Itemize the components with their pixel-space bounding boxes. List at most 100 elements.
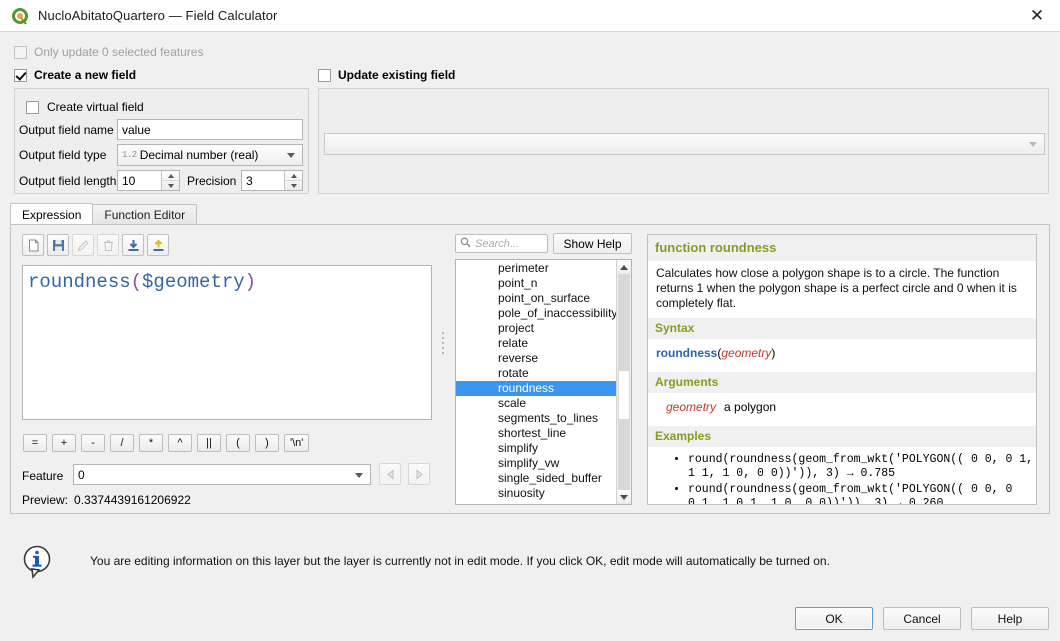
update-existing-field-label: Update existing field (338, 68, 455, 82)
help-argument-description: a polygon (724, 400, 776, 414)
operator-close-paren[interactable]: ) (255, 434, 279, 452)
output-field-type-combo[interactable]: 1.2 Decimal number (real) (117, 144, 303, 166)
precision-stepper[interactable]: 3 (241, 170, 303, 191)
operator-power[interactable]: ^ (168, 434, 192, 452)
chevron-down-icon (355, 473, 363, 478)
operator-plus[interactable]: + (52, 434, 76, 452)
info-icon (22, 545, 54, 579)
function-list-item[interactable]: project (456, 321, 631, 336)
length-stepper-buttons[interactable] (161, 171, 179, 190)
create-virtual-field-label: Create virtual field (47, 100, 144, 114)
function-help-panel: function roundness Calculates how close … (647, 234, 1037, 505)
update-existing-field-checkbox[interactable]: Update existing field (318, 68, 455, 82)
expression-input[interactable]: roundness($geometry) (22, 265, 432, 420)
operator-minus-label: - (91, 437, 95, 449)
help-examples-heading: Examples (648, 426, 1036, 447)
output-field-length-stepper[interactable]: 10 (117, 170, 180, 191)
edit-pencil-icon (72, 234, 94, 256)
function-list-item[interactable]: shortest_line (456, 426, 631, 441)
help-argument-row: geometry a polygon (648, 393, 1036, 421)
search-icon (460, 237, 471, 251)
function-list-item[interactable]: rotate (456, 366, 631, 381)
function-list-item[interactable]: pole_of_inaccessibility (456, 306, 631, 321)
operator-divide[interactable]: / (110, 434, 134, 452)
operator-equals[interactable]: = (23, 434, 47, 452)
operator-concat[interactable]: || (197, 434, 221, 452)
function-list-item[interactable]: point_n (456, 276, 631, 291)
operator-open-paren[interactable]: ( (226, 434, 250, 452)
chevron-down-icon (287, 153, 295, 158)
create-new-field-checkbox[interactable]: Create a new field (14, 68, 136, 82)
scroll-down-arrow-icon[interactable] (617, 490, 631, 504)
preview-value: 0.3374439161206922 (74, 493, 191, 507)
operator-minus[interactable]: - (81, 434, 105, 452)
operator-equals-label: = (32, 437, 38, 449)
feature-label: Feature (22, 469, 63, 483)
panel-splitter[interactable] (440, 320, 445, 365)
function-list-item[interactable]: simplify_vw (456, 456, 631, 471)
function-list-item[interactable]: scale (456, 396, 631, 411)
previous-feature-icon (379, 463, 401, 485)
expression-text: roundness($geometry) (28, 269, 426, 295)
function-list-item[interactable]: point_on_surface (456, 291, 631, 306)
output-field-length-value: 10 (122, 174, 135, 188)
notice-text: You are editing information on this laye… (90, 554, 830, 568)
output-field-name-input[interactable]: value (117, 119, 303, 140)
help-title: function roundness (648, 235, 1036, 261)
search-input[interactable]: Search... (455, 234, 548, 253)
function-list-item[interactable]: relate (456, 336, 631, 351)
output-field-name-label: Output field name (19, 123, 114, 137)
create-new-field-box[interactable] (14, 69, 27, 82)
help-example-item: round(roundness(geom_from_wkt('POLYGON((… (688, 453, 1036, 481)
create-virtual-field-box[interactable] (26, 101, 39, 114)
cancel-button[interactable]: Cancel (883, 607, 961, 630)
help-button[interactable]: Help (971, 607, 1049, 630)
operator-newline-label: '\n' (290, 437, 303, 449)
precision-stepper-buttons[interactable] (284, 171, 302, 190)
operator-power-label: ^ (177, 437, 182, 449)
function-list-item[interactable]: sinuosity (456, 486, 631, 501)
update-existing-field-box[interactable] (318, 69, 331, 82)
function-list-item[interactable]: reverse (456, 351, 631, 366)
import-download-icon[interactable] (122, 234, 144, 256)
create-virtual-field-checkbox[interactable]: Create virtual field (26, 100, 144, 114)
output-field-type-value: Decimal number (real) (140, 148, 259, 162)
window-titlebar: NucloAbitatoQuartero — Field Calculator … (0, 0, 1060, 32)
output-field-type-label: Output field type (19, 148, 106, 162)
operator-newline[interactable]: '\n' (284, 434, 309, 452)
operator-concat-label: || (206, 437, 212, 449)
existing-field-group (318, 88, 1049, 194)
new-file-icon[interactable] (22, 234, 44, 256)
tab-expression-label: Expression (22, 208, 81, 222)
function-list-item[interactable]: simplify (456, 441, 631, 456)
tab-function-editor[interactable]: Function Editor (92, 204, 197, 225)
function-list-scrollbar[interactable] (616, 260, 631, 504)
export-upload-icon[interactable] (147, 234, 169, 256)
function-list-item[interactable]: segments_to_lines (456, 411, 631, 426)
help-syntax-signature: roundness(geometry) (648, 339, 1036, 367)
existing-field-combo[interactable] (324, 133, 1045, 155)
only-update-selected-label: Only update 0 selected features (34, 45, 203, 59)
next-feature-icon (408, 463, 430, 485)
feature-combo[interactable]: 0 (73, 464, 371, 485)
scrollbar-thumb[interactable] (618, 370, 630, 420)
close-icon[interactable]: ✕ (1014, 0, 1060, 31)
ok-button[interactable]: OK (795, 607, 873, 630)
help-argument-name: geometry (666, 400, 716, 414)
function-list[interactable]: perimeterpoint_npoint_on_surfacepole_of_… (455, 259, 632, 505)
only-update-selected-checkbox: Only update 0 selected features (14, 45, 203, 59)
function-list-item[interactable]: perimeter (456, 261, 631, 276)
operator-buttons: = + - / * ^ || ( ) '\n' (23, 434, 309, 452)
scroll-up-arrow-icon[interactable] (617, 260, 631, 274)
tab-expression[interactable]: Expression (10, 203, 93, 225)
precision-label: Precision (187, 174, 236, 188)
show-help-button[interactable]: Show Help (553, 233, 632, 254)
qgis-logo-icon (11, 7, 29, 25)
save-icon[interactable] (47, 234, 69, 256)
function-list-item[interactable]: single_sided_buffer (456, 471, 631, 486)
help-syntax-function-name: roundness (656, 346, 717, 360)
expression-token-open-paren: ( (131, 271, 142, 293)
operator-multiply[interactable]: * (139, 434, 163, 452)
help-arguments-heading: Arguments (648, 372, 1036, 393)
function-list-item[interactable]: roundness (456, 381, 631, 396)
